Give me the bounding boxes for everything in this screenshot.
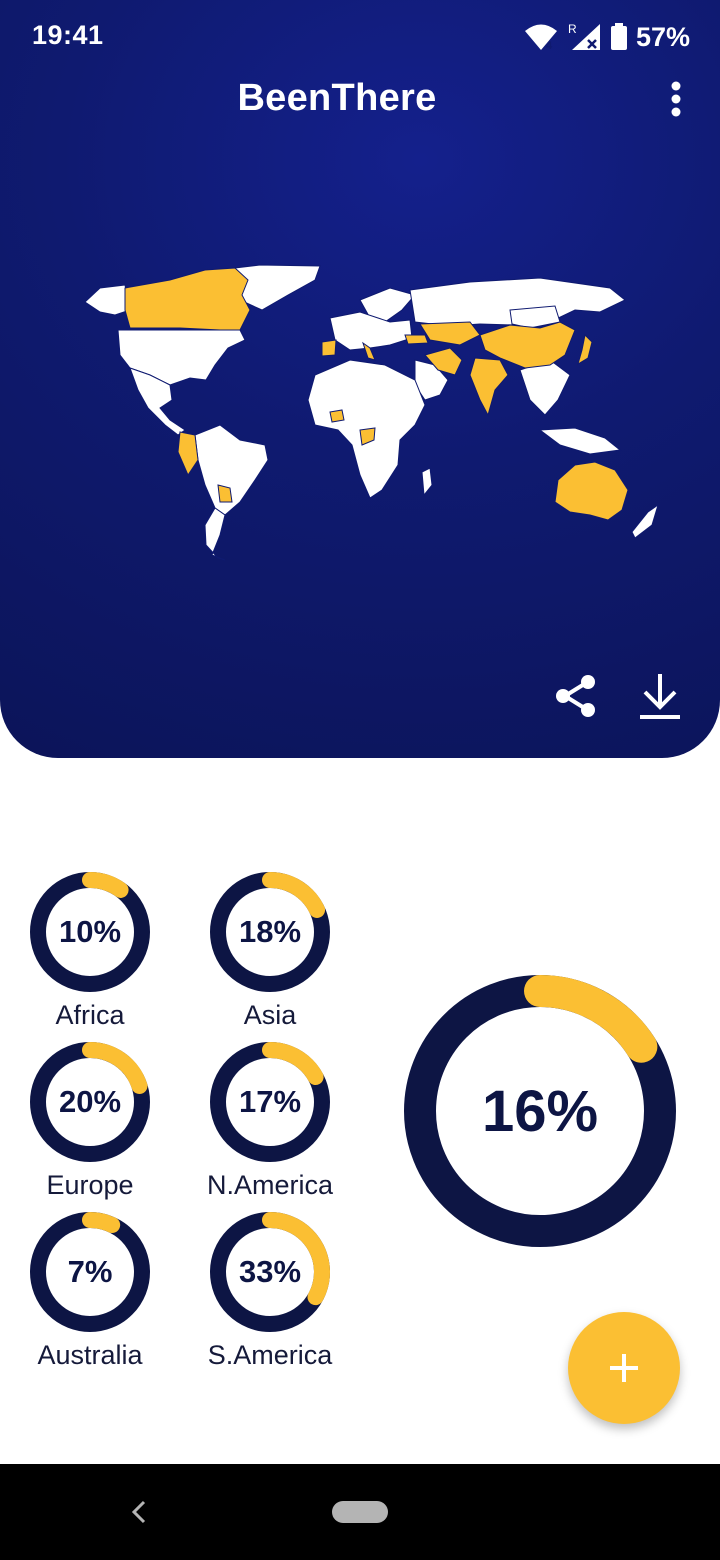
back-icon[interactable]	[124, 1494, 154, 1530]
total-progress[interactable]: 16%	[404, 975, 676, 1247]
battery-percent: 57%	[635, 21, 690, 52]
battery-icon	[610, 23, 627, 50]
continent-name: Europe	[46, 1170, 134, 1200]
country-kazakhstan[interactable]	[419, 321, 481, 346]
home-pill[interactable]	[332, 1501, 388, 1523]
country-spain[interactable]	[321, 339, 337, 357]
country-japan[interactable]	[577, 333, 593, 366]
continent-name: S.America	[207, 1340, 333, 1370]
world-map[interactable]	[30, 240, 710, 580]
country-se-asia[interactable]	[519, 359, 571, 416]
country-paraguay[interactable]	[217, 484, 233, 503]
continent-stat-north-america[interactable]: 17% N.America	[180, 1042, 360, 1202]
country-europe[interactable]	[329, 311, 413, 351]
country-argentina[interactable]	[204, 507, 226, 561]
total-percent: 16%	[481, 1078, 599, 1144]
continent-percent: 18%	[238, 914, 302, 949]
country-nigeria[interactable]	[329, 409, 345, 423]
status-icons: 4 R 57%	[524, 20, 690, 54]
more-vert-icon	[671, 81, 681, 117]
country-canada[interactable]	[124, 267, 251, 331]
svg-text:4: 4	[546, 40, 553, 51]
country-peru[interactable]	[177, 431, 199, 477]
country-madagascar[interactable]	[421, 467, 433, 497]
plus-icon	[610, 1354, 638, 1382]
country-india[interactable]	[469, 357, 509, 417]
continent-stat-europe[interactable]: 20% Europe	[0, 1042, 180, 1202]
continent-percent: 20%	[58, 1084, 122, 1119]
map-header: 19:41 4 R 57% BeenThere	[0, 0, 720, 758]
continent-percent: 7%	[67, 1254, 113, 1289]
more-options-button[interactable]	[656, 74, 696, 124]
svg-text:R: R	[568, 22, 577, 36]
country-alaska[interactable]	[84, 284, 131, 316]
country-indonesia[interactable]	[538, 427, 622, 455]
continent-name: Australia	[37, 1340, 143, 1370]
continent-stat-africa[interactable]: 10% Africa	[0, 872, 180, 1032]
continent-percent: 10%	[58, 914, 122, 949]
continent-name: Asia	[243, 1000, 297, 1030]
app-bar: BeenThere	[0, 74, 720, 130]
status-time: 19:41	[32, 20, 104, 50]
download-button[interactable]	[633, 670, 687, 722]
continent-percent: 33%	[238, 1254, 302, 1289]
signal-roaming-icon: R	[568, 22, 600, 50]
country-turkey[interactable]	[404, 334, 429, 345]
continent-percent: 17%	[238, 1084, 302, 1119]
app-title: BeenThere	[237, 77, 437, 119]
status-bar: 19:41 4 R 57%	[0, 0, 720, 74]
continent-stat-south-america[interactable]: 33% S.America	[180, 1212, 360, 1372]
continent-stat-australia[interactable]: 7% Australia	[0, 1212, 180, 1372]
add-country-button[interactable]	[568, 1312, 680, 1424]
continent-name: N.America	[206, 1170, 334, 1200]
continent-stat-asia[interactable]: 18% Asia	[180, 872, 360, 1032]
download-icon	[640, 674, 680, 719]
country-new-zealand[interactable]	[631, 503, 659, 539]
country-australia[interactable]	[554, 461, 629, 521]
share-icon	[556, 675, 595, 717]
share-button[interactable]	[550, 670, 602, 722]
wifi-icon: 4	[524, 24, 557, 51]
continent-name: Africa	[55, 1000, 125, 1030]
